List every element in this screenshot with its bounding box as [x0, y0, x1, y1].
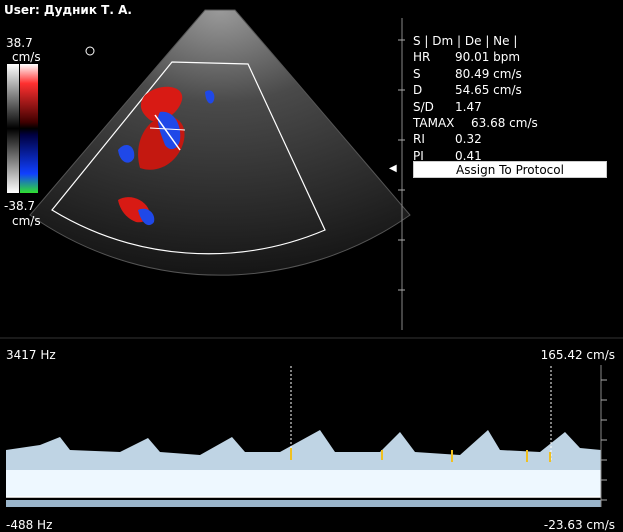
color-scale-max: 38.7 [6, 36, 33, 50]
color-bar [7, 64, 19, 193]
pointer-triangle-icon: ◀ [389, 163, 397, 174]
color-scale-max-unit: cm/s [12, 50, 41, 64]
doppler-spectrum [6, 365, 607, 507]
spectrum-freq-bottom: -488 Hz [6, 518, 53, 532]
measurement-row: S 80.49 cm/s [413, 66, 522, 81]
measurement-row: S/D 1.47 [413, 99, 482, 114]
focus-marker [85, 46, 95, 56]
sector-field [30, 10, 410, 276]
measurement-row: D 54.65 cm/s [413, 83, 522, 98]
color-scale-min: -38.7 [4, 199, 36, 213]
assign-to-protocol-button[interactable]: Assign To Protocol [413, 161, 607, 178]
user-label: User: Дудник Т. А. [4, 3, 132, 17]
measurements-panel: S | Dm | De | Ne | HR 90.01 bpm S 80.49 cm… [413, 33, 538, 164]
measurement-tabs[interactable]: S | Dm | De | Ne | [413, 33, 538, 49]
spectrum-velocity-top: 165.42 cm/s [540, 348, 615, 362]
measurement-row: TAMAX 63.68 cm/s [413, 116, 538, 131]
measurement-row: HR 90.01 bpm [413, 50, 521, 65]
spectrum-velocity-bottom: -23.63 cm/s [543, 518, 615, 532]
measurement-row: RI 0.32 [413, 132, 482, 147]
spectrum-freq-top: 3417 Hz [6, 348, 56, 362]
color-scale-min-unit: cm/s [12, 214, 41, 228]
